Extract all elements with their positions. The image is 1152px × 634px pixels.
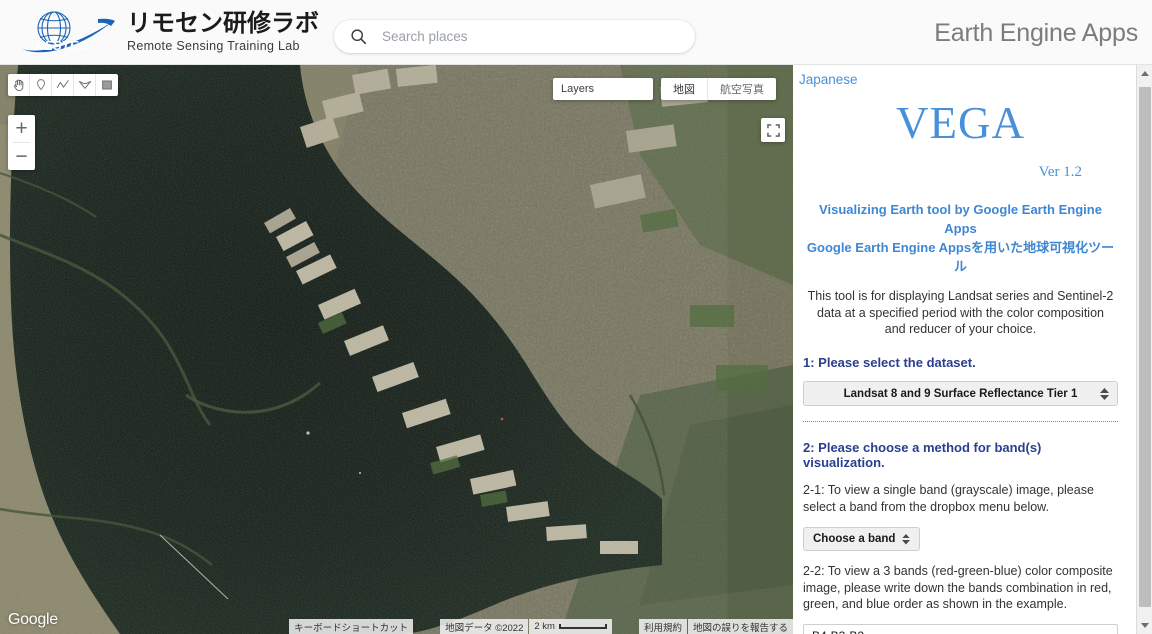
pan-hand-tool[interactable]: [8, 74, 30, 96]
rectangle-tool[interactable]: [96, 74, 118, 96]
fullscreen-button[interactable]: [761, 118, 785, 142]
map-data-credit: 地図データ ©2022: [440, 619, 529, 634]
map-type-switcher[interactable]: 地図 航空写真: [661, 78, 776, 100]
scroll-down-icon: [1141, 623, 1149, 628]
marker-tool[interactable]: [30, 74, 52, 96]
brand-name-en: Remote Sensing Training Lab: [127, 38, 300, 53]
polyline-icon: [56, 80, 69, 89]
terms-link[interactable]: 利用規約: [638, 619, 687, 634]
brand-lockup: RESTEC リモセン研修ラボ Remote Sensing Training …: [14, 9, 319, 55]
band-select-value: Choose a band: [813, 533, 896, 546]
panel-content: Japanese VEGA Ver 1.2 Visualizing Earth …: [793, 65, 1134, 634]
scrollbar-thumb[interactable]: [1139, 87, 1151, 607]
vega-subtitle-jp: Google Earth Engine Appsを用いた地球可視化ツール: [806, 239, 1115, 274]
svg-text:RESTEC: RESTEC: [35, 38, 88, 53]
brand-name-jp: リモセン研修ラボ: [127, 9, 319, 37]
keyboard-shortcuts-link[interactable]: キーボードショートカット: [289, 619, 414, 634]
chevron-down-icon: [1100, 394, 1109, 400]
layers-selector[interactable]: Layers: [553, 78, 653, 100]
stepper-arrows: [1100, 387, 1109, 400]
map-type-satellite-button[interactable]: 航空写真: [708, 78, 776, 100]
vega-subtitle-en: Visualizing Earth tool by Google Earth E…: [819, 202, 1102, 236]
satellite-imagery: [0, 65, 793, 634]
rectangle-icon: [102, 80, 112, 90]
layers-label: Layers: [561, 83, 595, 95]
brand-text: リモセン研修ラボ Remote Sensing Training Lab: [127, 9, 319, 53]
dataset-select-value: Landsat 8 and 9 Surface Reflectance Tier…: [843, 387, 1078, 400]
map-scale-bar: 2 km: [529, 619, 612, 634]
fullscreen-icon: [766, 123, 780, 137]
vega-subtitle: Visualizing Earth tool by Google Earth E…: [797, 201, 1124, 276]
zoom-controls[interactable]: + −: [8, 115, 35, 170]
band-stepper-arrows: [902, 533, 911, 545]
search-icon: [351, 29, 367, 45]
bands-combination-input[interactable]: B4-B3-B2: [803, 623, 1118, 634]
chevron-up-icon: [902, 533, 911, 539]
section-divider: [803, 421, 1118, 423]
step1-heading: 1: Please select the dataset.: [803, 355, 976, 371]
step2-2-text: 2-2: To view a 3 bands (red-green-blue) …: [803, 564, 1113, 612]
map-scale-label: 2 km: [534, 621, 555, 632]
band-select[interactable]: Choose a band: [803, 527, 921, 552]
scale-bar-line: [558, 624, 607, 629]
language-toggle-link[interactable]: Japanese: [799, 72, 858, 87]
polygon-icon: [78, 80, 91, 89]
bands-combination-value: B4-B3-B2: [812, 629, 864, 634]
step2-1-text: 2-1: To view a single band (grayscale) i…: [803, 483, 1094, 514]
chevron-down-icon: [902, 540, 911, 545]
report-map-error-link[interactable]: 地図の誤りを報告する: [687, 619, 793, 634]
map-type-map-button[interactable]: 地図: [661, 78, 708, 100]
scroll-up-icon: [1141, 71, 1149, 76]
zoom-out-button[interactable]: −: [8, 143, 35, 170]
map-attribution-bar: キーボードショートカット 地図データ ©2022 2 km 利用規約 地図の誤り…: [0, 619, 793, 634]
app-header: RESTEC リモセン研修ラボ Remote Sensing Training …: [0, 0, 1152, 65]
panel-scrollbar[interactable]: [1136, 65, 1152, 634]
vega-side-panel: Japanese VEGA Ver 1.2 Visualizing Earth …: [793, 65, 1152, 634]
vega-description: This tool is for displaying Landsat seri…: [807, 289, 1114, 336]
drawing-toolbar[interactable]: [8, 74, 118, 96]
hand-icon: [13, 79, 23, 92]
scroll-up-button[interactable]: [1137, 65, 1152, 82]
map-pin-icon: [36, 79, 45, 91]
chevron-up-icon: [1100, 387, 1109, 393]
zoom-in-button[interactable]: +: [8, 115, 35, 142]
vega-version-label: Ver 1.2: [1038, 164, 1082, 180]
polygon-tool[interactable]: [74, 74, 96, 96]
map-canvas[interactable]: + − Layers 地図 航空写真 Google キーボードショートカット 地…: [0, 65, 793, 634]
search-input[interactable]: [382, 29, 672, 44]
earth-engine-apps-title: Earth Engine Apps: [934, 19, 1138, 47]
dataset-select[interactable]: Landsat 8 and 9 Surface Reflectance Tier…: [803, 381, 1118, 407]
restec-logo-icon: RESTEC: [22, 11, 115, 53]
step2-heading: 2: Please choose a method for band(s) vi…: [803, 440, 1042, 471]
search-box[interactable]: [334, 20, 695, 53]
line-tool[interactable]: [52, 74, 74, 96]
vega-app-title: VEGA: [896, 98, 1025, 148]
scroll-down-button[interactable]: [1137, 617, 1152, 634]
